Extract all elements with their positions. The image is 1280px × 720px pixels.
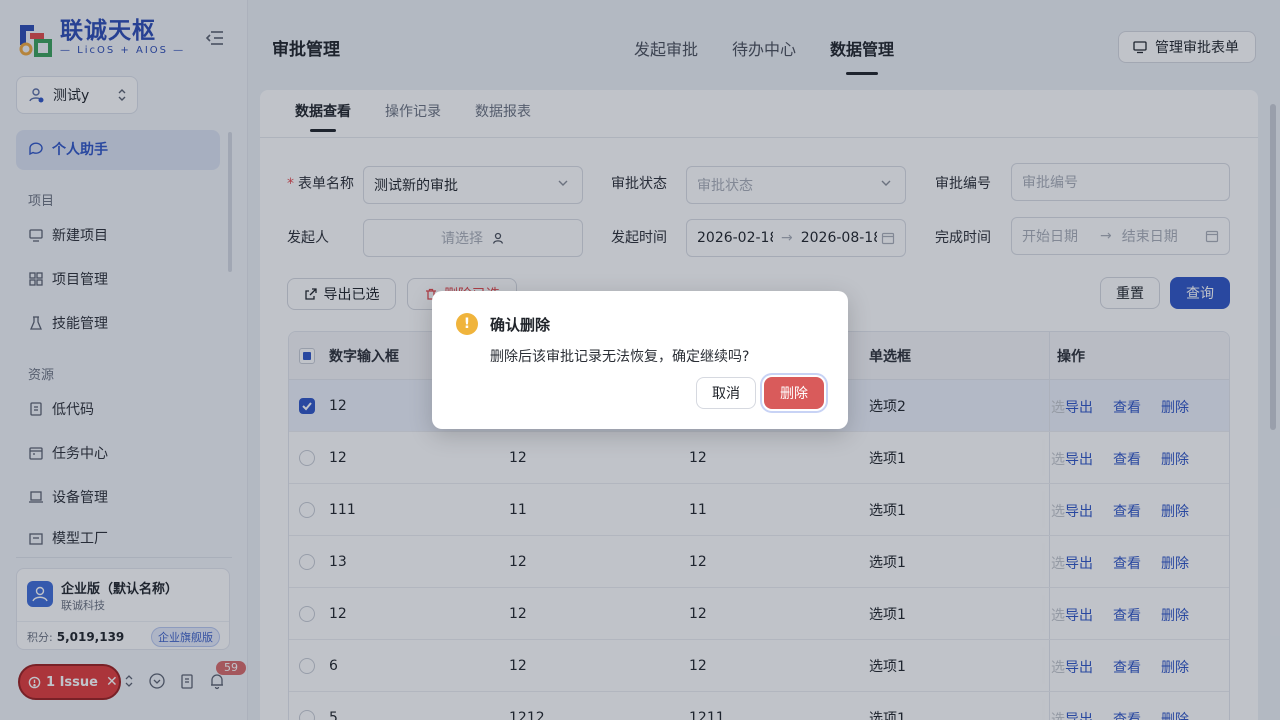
warning-icon: ! (456, 313, 478, 335)
cancel-button[interactable]: 取消 (696, 377, 756, 409)
confirm-delete-dialog: ! 确认删除 删除后该审批记录无法恢复，确定继续吗? 取消 删除 (432, 291, 848, 429)
dialog-title: 确认删除 (490, 316, 551, 334)
dialog-message: 删除后该审批记录无法恢复，确定继续吗? (490, 349, 750, 365)
confirm-delete-button[interactable]: 删除 (764, 377, 824, 409)
